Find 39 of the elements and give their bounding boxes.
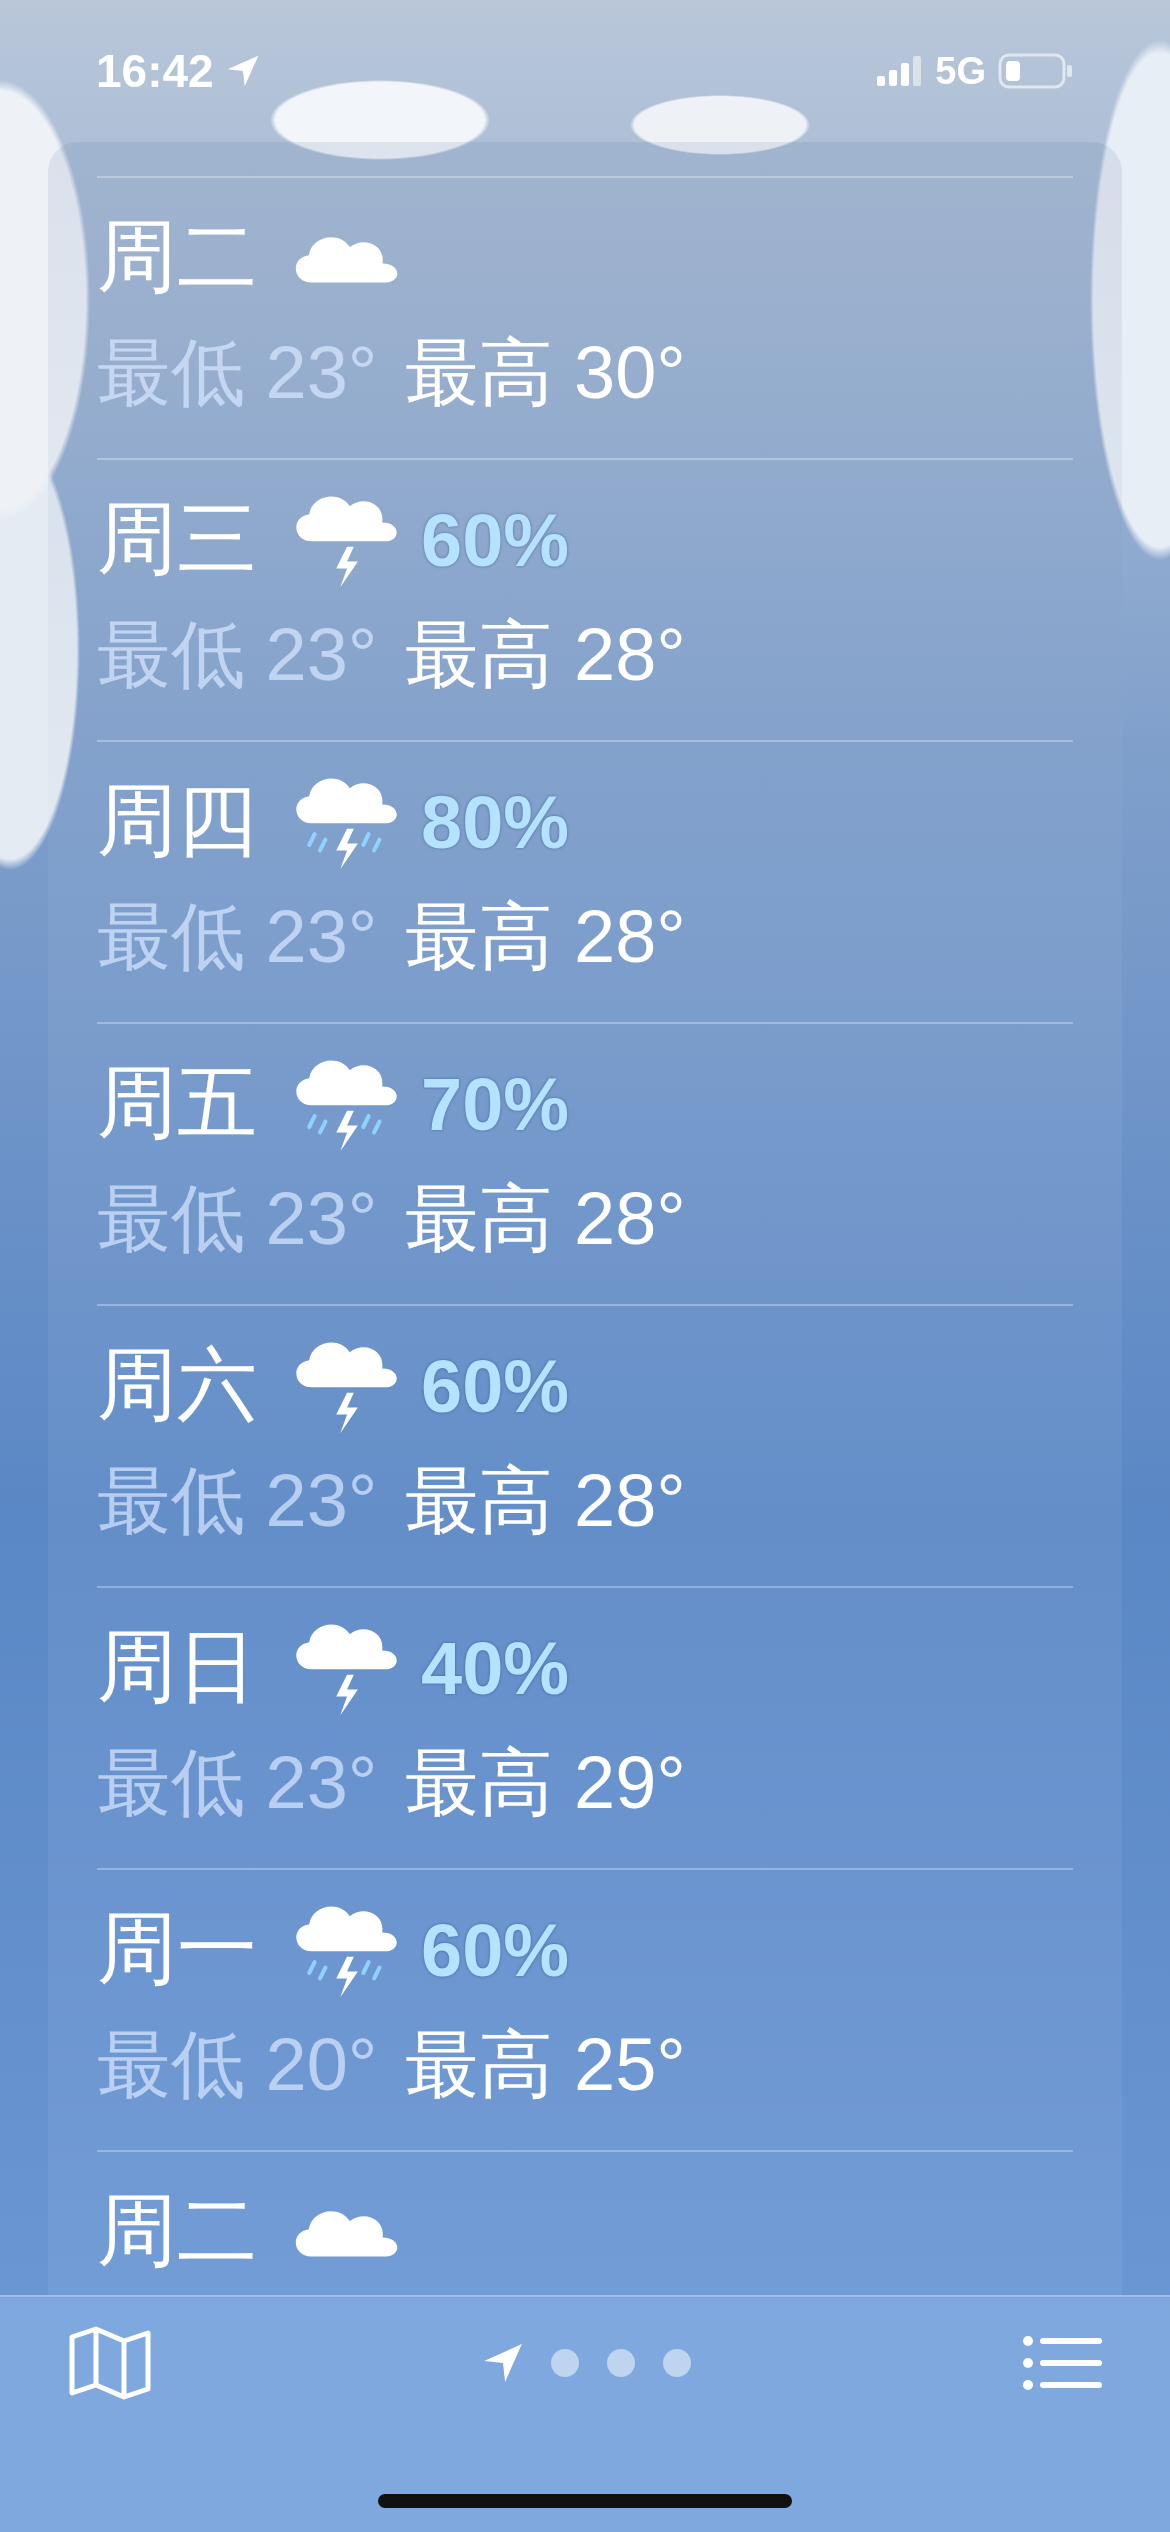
high-temperature: 最高 28° [405, 1176, 686, 1262]
precipitation-chance: 70% [421, 1061, 570, 1147]
high-temperature: 最高 28° [405, 612, 686, 698]
list-icon [1022, 2333, 1102, 2393]
location-page-icon[interactable] [482, 2342, 524, 2384]
status-time: 16:42 [96, 44, 214, 98]
page-dot[interactable] [662, 2348, 692, 2378]
battery-icon [998, 53, 1074, 89]
day-label: 周二 [97, 2185, 257, 2277]
day-label: 周日 [97, 1621, 257, 1713]
map-button[interactable] [68, 2325, 152, 2401]
day-label: 周四 [97, 775, 257, 867]
precipitation-chance: 60% [421, 1343, 570, 1429]
high-temperature: 最高 29° [405, 1740, 686, 1826]
signal-icon [877, 56, 924, 86]
high-temperature: 最高 30° [405, 330, 686, 416]
day-label: 周一 [97, 1903, 257, 1995]
network-label: 5G [935, 49, 986, 93]
high-temperature: 最高 25° [405, 2022, 686, 2108]
low-temperature: 最低 23° [97, 612, 378, 698]
low-temperature: 最低 23° [97, 894, 378, 980]
precipitation-chance: 60% [421, 1907, 570, 1993]
page-dot[interactable] [606, 2348, 636, 2378]
high-temperature: 最高 28° [405, 1458, 686, 1544]
precipitation-chance: 80% [421, 779, 570, 865]
precipitation-chance: 40% [421, 1625, 570, 1711]
day-label: 周三 [97, 493, 257, 585]
list-button[interactable] [1022, 2333, 1102, 2393]
page-dot[interactable] [550, 2348, 580, 2378]
low-temperature: 最低 23° [97, 1740, 378, 1826]
precipitation-chance: 60% [421, 497, 570, 583]
day-label: 周五 [97, 1057, 257, 1149]
low-temperature: 最低 23° [97, 1176, 378, 1262]
high-temperature: 最高 28° [405, 894, 686, 980]
day-label: 周六 [97, 1339, 257, 1431]
map-icon [68, 2325, 152, 2401]
low-temperature: 最低 20° [97, 2022, 378, 2108]
low-temperature: 最低 23° [97, 1458, 378, 1544]
day-label: 周二 [97, 211, 257, 303]
